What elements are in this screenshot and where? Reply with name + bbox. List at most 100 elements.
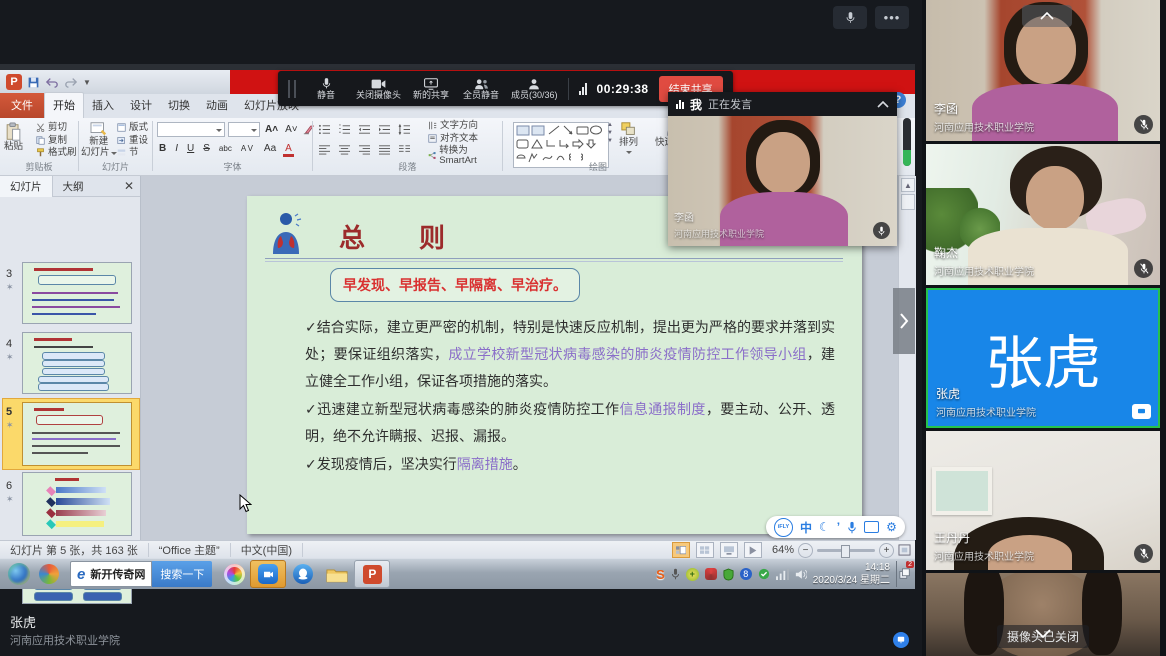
ime-settings-icon[interactable]: ⚙ <box>886 520 897 534</box>
tab-animations[interactable]: 动画 <box>198 93 236 118</box>
pinned-app-360browser[interactable] <box>218 561 250 587</box>
bullet-list-icon[interactable] <box>318 124 331 135</box>
self-view-window[interactable]: 我 正在发言 李函 河南应用技术职业学院 <box>668 92 897 246</box>
reading-view-button[interactable] <box>720 542 738 558</box>
justify-icon[interactable] <box>378 144 391 155</box>
slide-thumbnail-4[interactable] <box>22 332 132 394</box>
strikethrough-button[interactable]: S <box>201 143 212 154</box>
slideshow-view-button[interactable] <box>744 542 762 558</box>
sidebar-tab-outline[interactable]: 大纲 <box>53 176 94 197</box>
format-painter-button[interactable]: 格式刷 <box>36 148 77 158</box>
running-app-meeting[interactable] <box>250 560 286 588</box>
line-spacing-icon[interactable] <box>398 124 411 135</box>
tray-red-icon[interactable] <box>705 568 717 580</box>
qat-dropdown-icon[interactable]: ▼ <box>83 78 91 87</box>
scroll-thumb[interactable] <box>901 194 915 210</box>
members-button[interactable]: 成员(30/36) <box>511 78 558 100</box>
tab-home[interactable]: 开始 <box>44 92 84 118</box>
search-deskband[interactable]: e 新开传奇网 <box>70 561 152 587</box>
undo-icon[interactable] <box>45 76 59 88</box>
participant-tile-camera-off[interactable]: 摄像头已关闭 <box>926 573 1160 656</box>
number-list-icon[interactable] <box>338 124 351 135</box>
align-right-icon[interactable] <box>358 144 371 155</box>
decrease-indent-icon[interactable] <box>358 124 371 135</box>
underline-button[interactable]: U <box>185 143 196 154</box>
reset-button[interactable]: 重设 <box>117 136 148 146</box>
zoom-out-button[interactable]: − <box>798 543 813 558</box>
ime-chinese-mode[interactable]: 中 <box>800 519 812 536</box>
new-share-button[interactable]: 新的共享 <box>411 78 451 100</box>
normal-view-button[interactable] <box>672 542 690 558</box>
font-color-button[interactable]: A <box>283 143 294 157</box>
tray-safe-icon[interactable] <box>758 568 770 580</box>
ime-keyboard-icon[interactable] <box>864 521 879 533</box>
canvas-scrollbar[interactable]: ▲ <box>898 176 916 540</box>
paste-button[interactable]: 粘贴 <box>4 122 23 153</box>
slide-thumbnail-3[interactable] <box>22 262 132 324</box>
running-app-explorer[interactable] <box>320 561 354 587</box>
redo-icon[interactable] <box>64 76 78 88</box>
tray-shield-icon[interactable] <box>723 568 734 581</box>
mute-all-button[interactable]: 全员静音 <box>461 78 501 100</box>
tray-network-icon[interactable] <box>776 569 789 580</box>
participant-tile-wangdandan[interactable]: 王丹丹 河南应用技术职业学院 <box>926 431 1160 570</box>
bold-button[interactable]: B <box>157 143 168 154</box>
pinned-app-sogou[interactable] <box>34 561 64 587</box>
ime-punctuation-icon[interactable]: ’ <box>837 520 840 534</box>
grow-font-button[interactable]: A˄ <box>263 124 280 135</box>
search-button[interactable]: 搜索一下 <box>152 561 212 587</box>
tray-sogou-s-icon[interactable]: S <box>656 567 665 582</box>
sidebar-tab-slides[interactable]: 幻灯片 <box>0 176 53 197</box>
font-name-select[interactable] <box>157 122 225 137</box>
shrink-font-button[interactable]: A˅ <box>283 124 300 135</box>
save-icon[interactable] <box>27 76 40 89</box>
align-left-icon[interactable] <box>318 144 331 155</box>
copy-button[interactable]: 复制 <box>36 136 77 146</box>
align-text-button[interactable]: 对齐文本 <box>428 134 502 144</box>
ime-mic-icon[interactable] <box>847 521 857 534</box>
zoom-in-button[interactable]: + <box>879 543 894 558</box>
tab-transitions[interactable]: 切换 <box>160 93 198 118</box>
zoom-slider-thumb[interactable] <box>841 545 850 558</box>
slide-thumbnail-6[interactable] <box>22 472 132 536</box>
collapse-chevron-icon[interactable] <box>877 101 889 108</box>
cut-button[interactable]: 剪切 <box>36 123 77 133</box>
tab-file[interactable]: 文件 <box>0 93 44 118</box>
participant-tile-zhanghu-active[interactable]: 张虎 张虎 河南应用技术职业学院 <box>926 288 1160 428</box>
tab-design[interactable]: 设计 <box>122 93 160 118</box>
tray-mic-icon[interactable] <box>671 568 680 580</box>
columns-icon[interactable] <box>398 144 411 155</box>
show-desktop-button[interactable]: 2 <box>896 561 913 587</box>
tray-update-icon[interactable]: + <box>686 568 699 581</box>
chevron-down-icon[interactable] <box>1035 629 1051 638</box>
scroll-up-icon[interactable]: ▲ <box>901 178 915 192</box>
tray-bluetooth-icon[interactable]: 8 <box>740 568 752 580</box>
tab-insert[interactable]: 插入 <box>84 93 122 118</box>
toolbar-drag-handle[interactable] <box>288 80 296 98</box>
new-slide-button[interactable]: 新建幻灯片 <box>81 121 117 159</box>
italic-button[interactable]: I <box>173 143 180 154</box>
section-button[interactable]: 节 <box>117 148 148 158</box>
zoom-slider[interactable] <box>817 549 875 552</box>
mute-button[interactable]: 静音 <box>306 77 346 100</box>
text-direction-button[interactable]: 文字方向 <box>428 121 502 131</box>
fit-to-window-icon[interactable] <box>898 544 911 556</box>
align-center-icon[interactable] <box>338 144 351 155</box>
top-mic-button[interactable] <box>833 6 867 29</box>
increase-indent-icon[interactable] <box>378 124 391 135</box>
char-spacing-button[interactable]: AV <box>239 144 257 153</box>
ppt-logo-icon[interactable]: P <box>6 74 22 90</box>
running-app-qq[interactable] <box>286 561 320 587</box>
participant-tile-jujie[interactable]: 鞠杰 河南应用技术职业学院 <box>926 144 1160 285</box>
self-view-titlebar[interactable]: 我 正在发言 <box>668 92 897 116</box>
panel-collapse-button[interactable] <box>1022 5 1072 27</box>
tray-volume-icon[interactable] <box>795 569 807 580</box>
running-app-powerpoint[interactable]: P <box>354 560 390 588</box>
ifly-logo-icon[interactable]: iFLY <box>774 518 793 537</box>
shadow-button[interactable]: abc <box>217 144 234 153</box>
slide-thumbnail-5[interactable] <box>22 402 132 466</box>
change-case-button[interactable]: Aa <box>262 143 278 154</box>
ime-halfmoon-icon[interactable]: ☾ <box>819 520 830 534</box>
shapes-scroll[interactable]: ▲▼▼ <box>607 122 613 144</box>
layout-button[interactable]: 版式 <box>117 123 148 133</box>
